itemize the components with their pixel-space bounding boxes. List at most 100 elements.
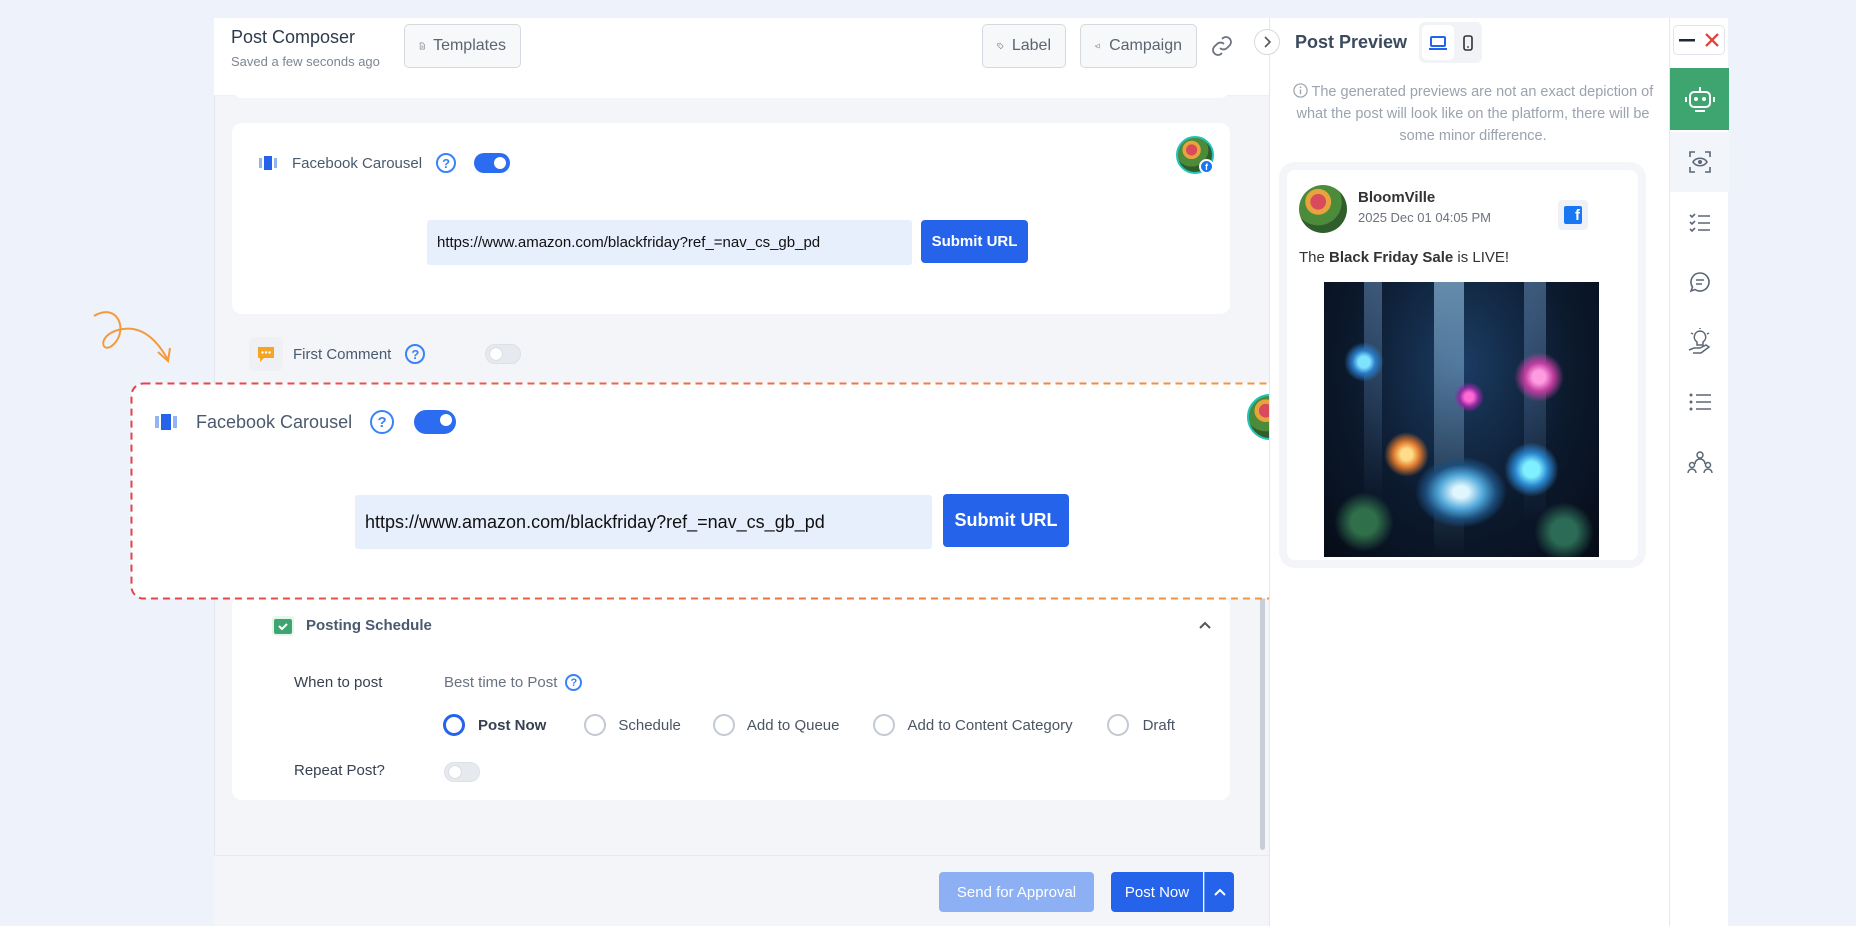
callout-carousel-toggle[interactable] <box>414 410 457 434</box>
ai-assistant-button[interactable] <box>1670 68 1729 130</box>
saved-status: Saved a few seconds ago <box>231 54 380 69</box>
chevron-right-icon <box>1264 36 1271 48</box>
preview-account-name: BloomVille <box>1358 189 1436 206</box>
tasks-button[interactable] <box>1670 192 1729 252</box>
first-comment-help-icon[interactable]: ? <box>405 344 426 364</box>
callout-carousel-label: Facebook Carousel <box>196 411 353 432</box>
preview-timestamp: 2025 Dec 01 04:05 PM <box>1358 210 1491 225</box>
preview-title: Post Preview <box>1295 32 1408 52</box>
preview-post-image <box>1324 282 1599 557</box>
window-controls <box>1673 25 1725 55</box>
label-button[interactable]: Label <box>982 24 1066 68</box>
chevron-up-icon <box>1213 888 1226 896</box>
preview-mode-button[interactable] <box>1670 132 1729 192</box>
minimize-icon[interactable] <box>1679 38 1695 42</box>
callout-url-input[interactable] <box>355 495 932 549</box>
posting-schedule-title: Posting Schedule <box>306 616 432 634</box>
comment-icon-box <box>249 337 283 371</box>
composer-scrollbar[interactable] <box>1260 590 1265 850</box>
radio-add-to-queue[interactable] <box>712 714 735 736</box>
chat-icon <box>1689 272 1710 293</box>
option-add-to-queue-label: Add to Queue <box>746 716 840 734</box>
chevron-up-icon[interactable] <box>1198 620 1212 630</box>
robot-icon <box>1684 87 1715 112</box>
preview-notice-text: The generated previews are not an exact … <box>1296 84 1654 144</box>
preview-text-before: The <box>1299 249 1330 266</box>
editor-card <box>232 82 1230 98</box>
templates-label: Templates <box>433 37 506 54</box>
carousel-card: Facebook Carousel ? f Submit URL <box>232 123 1230 314</box>
label-label: Label <box>1011 37 1051 54</box>
carousel-icon <box>259 156 277 170</box>
callout-submit-url-button[interactable]: Submit URL <box>943 494 1069 547</box>
list-button[interactable] <box>1670 372 1729 432</box>
carousel-label: Facebook Carousel <box>292 154 423 172</box>
first-comment-toggle[interactable] <box>485 344 522 364</box>
desktop-view-button[interactable] <box>1422 25 1454 60</box>
facebook-platform-icon: f <box>1558 200 1588 230</box>
preview-post-text: The Black Friday Sale is LIVE! <box>1299 249 1509 266</box>
schedule-options: Post Now Schedule Add to Queue Add to Co… <box>443 714 1175 736</box>
preview-text-after: is LIVE! <box>1453 249 1510 266</box>
facebook-badge-icon: f <box>1199 159 1214 174</box>
account-avatar: f <box>1176 136 1214 174</box>
option-schedule-label: Schedule <box>618 716 681 734</box>
phone-icon <box>1463 34 1473 51</box>
list-icon <box>1689 393 1711 411</box>
tag-icon <box>997 43 1004 50</box>
device-switcher <box>1419 22 1482 63</box>
repeat-post-toggle[interactable] <box>444 762 480 782</box>
team-icon <box>1686 451 1713 474</box>
team-button[interactable] <box>1670 432 1729 492</box>
best-time-label: Best time to Post <box>444 674 558 691</box>
first-comment-label: First Comment <box>293 345 392 363</box>
megaphone-icon <box>1095 43 1100 49</box>
mobile-view-button[interactable] <box>1456 25 1480 60</box>
radio-draft[interactable] <box>1106 714 1129 736</box>
option-post-now-label: Post Now <box>478 716 547 734</box>
facebook-icon: f <box>1564 206 1582 224</box>
curly-arrow-icon <box>93 311 171 363</box>
campaign-button[interactable]: Campaign <box>1080 24 1197 68</box>
laptop-icon <box>1429 35 1447 50</box>
post-preview-panel: Post Preview The generated previews are … <box>1254 18 1669 926</box>
radio-add-to-content-category[interactable] <box>873 714 896 736</box>
info-icon <box>1293 83 1308 98</box>
send-for-approval-button[interactable]: Send for Approval <box>939 872 1094 912</box>
lightbulb-hand-icon <box>1688 328 1710 354</box>
calendar-check-icon <box>272 616 294 636</box>
facebook-post-preview: BloomVille 2025 Dec 01 04:05 PM f The Bl… <box>1287 170 1638 560</box>
radio-schedule[interactable] <box>584 714 607 736</box>
best-time-help-icon[interactable]: ? <box>565 674 583 691</box>
comment-bubble-icon <box>258 347 274 362</box>
carousel-callout: Facebook Carousel ? f Submit URL <box>130 382 1304 600</box>
ideas-button[interactable] <box>1670 312 1729 372</box>
link-icon[interactable] <box>1210 34 1234 58</box>
right-tool-sidebar <box>1669 18 1729 926</box>
preview-notice: The generated previews are not an exact … <box>1282 81 1664 147</box>
page-title: Post Composer <box>231 27 356 47</box>
close-icon[interactable] <box>1705 33 1719 47</box>
submit-url-button[interactable]: Submit URL <box>921 220 1028 263</box>
posting-schedule-card: Posting Schedule When to post Best time … <box>232 596 1230 800</box>
comments-button[interactable] <box>1670 252 1729 312</box>
repeat-post-label: Repeat Post? <box>294 762 385 779</box>
radio-post-now[interactable] <box>443 714 465 736</box>
collapse-preview-button[interactable] <box>1254 29 1280 55</box>
post-now-button[interactable]: Post Now <box>1111 872 1203 912</box>
checklist-icon <box>1688 213 1710 232</box>
preview-avatar <box>1299 185 1347 233</box>
templates-button[interactable]: Templates <box>404 24 521 68</box>
carousel-toggle[interactable] <box>474 153 511 173</box>
document-icon <box>419 42 425 50</box>
eye-scan-icon <box>1688 151 1711 173</box>
option-add-to-content-category-label: Add to Content Category <box>907 716 1073 734</box>
first-comment-row: First Comment ? <box>249 337 522 371</box>
callout-help-icon[interactable]: ? <box>370 410 395 434</box>
when-to-post-label: When to post <box>294 674 383 691</box>
carousel-url-input[interactable] <box>427 220 912 265</box>
campaign-label: Campaign <box>1109 37 1182 54</box>
carousel-icon <box>155 414 177 430</box>
post-options-dropdown[interactable] <box>1204 872 1234 912</box>
carousel-help-icon[interactable]: ? <box>436 153 457 173</box>
